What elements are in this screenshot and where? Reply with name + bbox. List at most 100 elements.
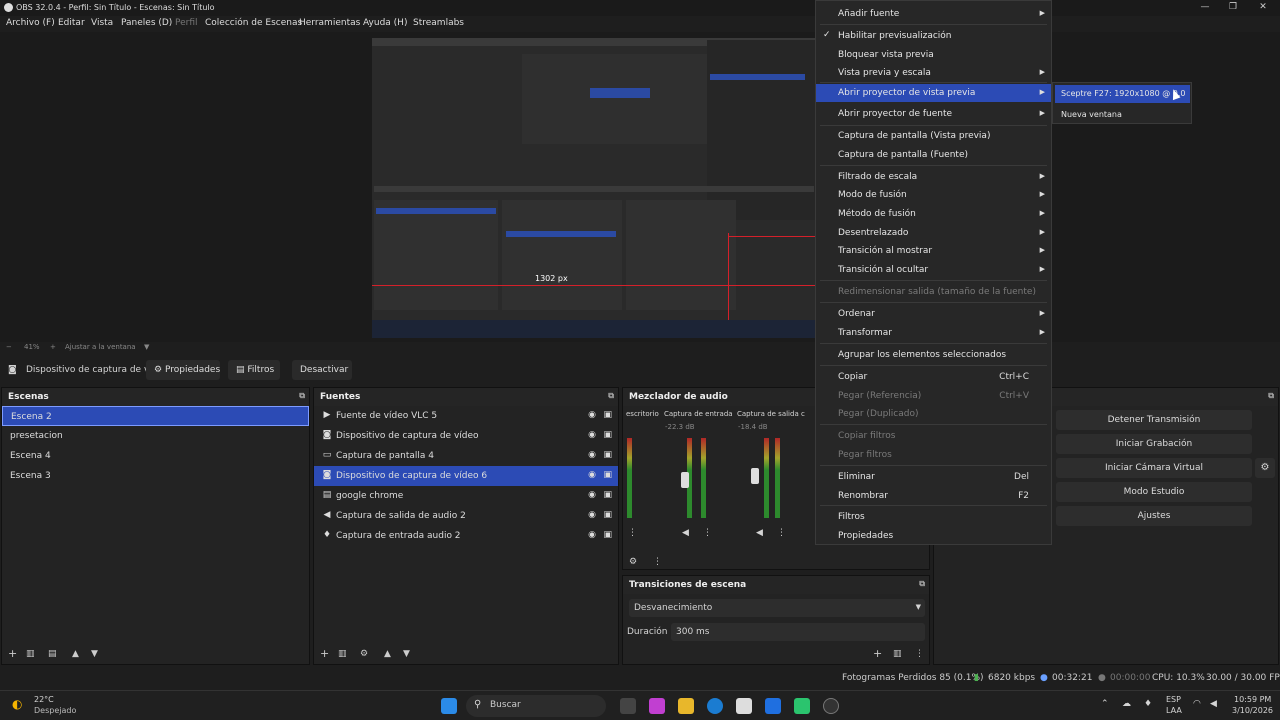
popout-icon[interactable]: ⧉ <box>299 391 305 401</box>
zoom-in-button[interactable]: + <box>50 343 56 351</box>
context-menu-item[interactable]: Abrir proyector de vista previa ▶ <box>816 84 1051 102</box>
scene-item[interactable]: Escena 3 <box>2 466 309 486</box>
studio-mode-button[interactable]: Modo Estudio <box>1056 482 1252 502</box>
start-recording-button[interactable]: Iniciar Grabación <box>1056 434 1252 454</box>
eye-icon[interactable]: ◉ <box>588 530 596 540</box>
lock-icon[interactable]: ▣ <box>603 530 612 540</box>
menu-coleccion-escenas[interactable]: Colección de Escenas <box>205 18 302 28</box>
menu-paneles[interactable]: Paneles (D) <box>121 18 172 28</box>
menu-perfil[interactable]: Perfil <box>175 18 198 28</box>
chevron-down-icon[interactable]: ▼ <box>144 343 149 351</box>
lang-secondary[interactable]: LAA <box>1166 706 1182 715</box>
context-menu-item[interactable]: Captura de pantalla (Vista previa) <box>816 127 1051 145</box>
properties-button[interactable]: ⚙ Propiedades <box>146 360 220 380</box>
context-menu-item[interactable]: Eliminar Del <box>816 468 1051 486</box>
obs-icon[interactable] <box>823 698 839 714</box>
volume-slider[interactable] <box>681 472 689 488</box>
mic-icon[interactable]: ♦ <box>1144 699 1152 709</box>
store-icon[interactable] <box>736 698 752 714</box>
eye-icon[interactable]: ◉ <box>588 510 596 520</box>
app-icon[interactable] <box>794 698 810 714</box>
copilot-icon[interactable] <box>649 698 665 714</box>
menu-vista[interactable]: Vista <box>91 18 113 28</box>
context-menu-item[interactable]: Renombrar F2 <box>816 487 1051 505</box>
fit-window-label[interactable]: Ajustar a la ventana <box>65 343 136 351</box>
taskbar-search[interactable]: ⚲ Buscar <box>466 695 606 717</box>
move-up-icon[interactable]: ▲ <box>384 649 391 659</box>
context-menu-item[interactable]: Redimensionar salida (tamaño de la fuent… <box>816 283 1051 301</box>
add-icon[interactable]: + <box>873 647 882 660</box>
context-menu-item[interactable]: Desentrelazado ▶ <box>816 224 1051 242</box>
source-item[interactable]: ◀ Captura de salida de audio 2 ◉ ▣ <box>314 506 618 526</box>
speaker-icon[interactable]: ◀ <box>682 528 689 538</box>
context-menu-item[interactable]: ✓ Habilitar previsualización <box>816 27 1051 45</box>
context-menu-item[interactable]: Abrir proyector de fuente ▶ <box>816 105 1051 123</box>
minimize-button[interactable]: — <box>1198 2 1212 14</box>
context-menu-item[interactable]: Filtrado de escala ▶ <box>816 168 1051 186</box>
context-menu-item[interactable]: Ordenar ▶ <box>816 305 1051 323</box>
context-menu-item[interactable]: Bloquear vista previa <box>816 46 1051 64</box>
context-menu-item[interactable]: Copiar filtros <box>816 427 1051 445</box>
deactivate-button[interactable]: Desactivar <box>292 360 352 380</box>
filter-icon[interactable]: ▤ <box>48 649 57 659</box>
menu-editar[interactable]: Editar <box>58 18 85 28</box>
more-icon[interactable]: ⋮ <box>628 528 637 538</box>
lock-icon[interactable]: ▣ <box>603 470 612 480</box>
eye-icon[interactable]: ◉ <box>588 450 596 460</box>
cloud-icon[interactable]: ☁ <box>1122 699 1131 709</box>
source-item[interactable]: ▭ Captura de pantalla 4 ◉ ▣ <box>314 446 618 466</box>
source-item[interactable]: ▤ google chrome ◉ ▣ <box>314 486 618 506</box>
move-up-icon[interactable]: ▲ <box>72 649 79 659</box>
menu-ayuda[interactable]: Ayuda (H) <box>363 18 407 28</box>
add-icon[interactable]: + <box>8 647 17 660</box>
context-menu-item[interactable]: Vista previa y escala ▶ <box>816 64 1051 82</box>
edge-icon[interactable] <box>707 698 723 714</box>
virtual-camera-settings-button[interactable]: ⚙ <box>1255 458 1275 478</box>
source-item[interactable]: ◙ Dispositivo de captura de vídeo 6 ◉ ▣ <box>314 466 618 486</box>
add-icon[interactable]: + <box>320 647 329 660</box>
gear-icon[interactable]: ⚙ <box>360 649 368 659</box>
context-menu-item[interactable]: Copiar Ctrl+C <box>816 368 1051 386</box>
menu-archivo[interactable]: Archivo (F) <box>6 18 55 28</box>
scene-item[interactable]: Escena 4 <box>2 446 309 466</box>
start-icon[interactable] <box>441 698 457 714</box>
popout-icon[interactable]: ⧉ <box>608 391 614 401</box>
menu-herramientas[interactable]: Herramientas <box>299 18 360 28</box>
context-menu-item[interactable]: Captura de pantalla (Fuente) <box>816 146 1051 164</box>
more-icon[interactable]: ⋮ <box>703 528 712 538</box>
context-menu-item[interactable]: Agrupar los elementos seleccionados <box>816 346 1051 364</box>
stop-stream-button[interactable]: Detener Transmisión <box>1056 410 1252 430</box>
move-down-icon[interactable]: ▼ <box>91 649 98 659</box>
clock-time[interactable]: 10:59 PM <box>1234 695 1271 704</box>
settings-button[interactable]: Ajustes <box>1056 506 1252 526</box>
duration-field[interactable]: 300 ms <box>671 623 925 641</box>
volume-icon[interactable]: ◀ <box>1210 699 1217 709</box>
trash-icon[interactable]: ▥ <box>893 649 902 659</box>
lock-icon[interactable]: ▣ <box>603 490 612 500</box>
task-view-icon[interactable] <box>620 698 636 714</box>
zoom-out-button[interactable]: − <box>6 343 12 351</box>
eye-icon[interactable]: ◉ <box>588 410 596 420</box>
advanced-audio-icon[interactable]: ⚙ <box>629 557 637 567</box>
scene-item[interactable]: presetacion <box>2 426 309 446</box>
context-menu-item[interactable]: Modo de fusión ▶ <box>816 186 1051 204</box>
context-menu-item[interactable]: Propiedades <box>816 527 1051 545</box>
menu-streamlabs[interactable]: Streamlabs <box>413 18 464 28</box>
context-menu-item[interactable]: Transición al ocultar ▶ <box>816 261 1051 279</box>
clock-date[interactable]: 3/10/2026 <box>1232 706 1273 715</box>
scene-item[interactable]: Escena 2 <box>2 406 309 426</box>
submenu-item-new-window[interactable]: Nueva ventana <box>1055 106 1190 124</box>
lock-icon[interactable]: ▣ <box>603 430 612 440</box>
context-menu-item[interactable]: Pegar filtros <box>816 446 1051 464</box>
context-menu-item[interactable]: Pegar (Duplicado) <box>816 405 1051 423</box>
source-item[interactable]: ▶ Fuente de vídeo VLC 5 ◉ ▣ <box>314 406 618 426</box>
eye-icon[interactable]: ◉ <box>588 470 596 480</box>
eye-icon[interactable]: ◉ <box>588 490 596 500</box>
lock-icon[interactable]: ▣ <box>603 410 612 420</box>
chevron-up-icon[interactable]: ⌃ <box>1101 699 1109 709</box>
context-menu-item[interactable]: Filtros <box>816 508 1051 526</box>
volume-slider[interactable] <box>751 468 759 484</box>
lock-icon[interactable]: ▣ <box>603 450 612 460</box>
maximize-button[interactable]: ❐ <box>1226 2 1240 14</box>
more-icon[interactable]: ⋮ <box>915 649 924 659</box>
